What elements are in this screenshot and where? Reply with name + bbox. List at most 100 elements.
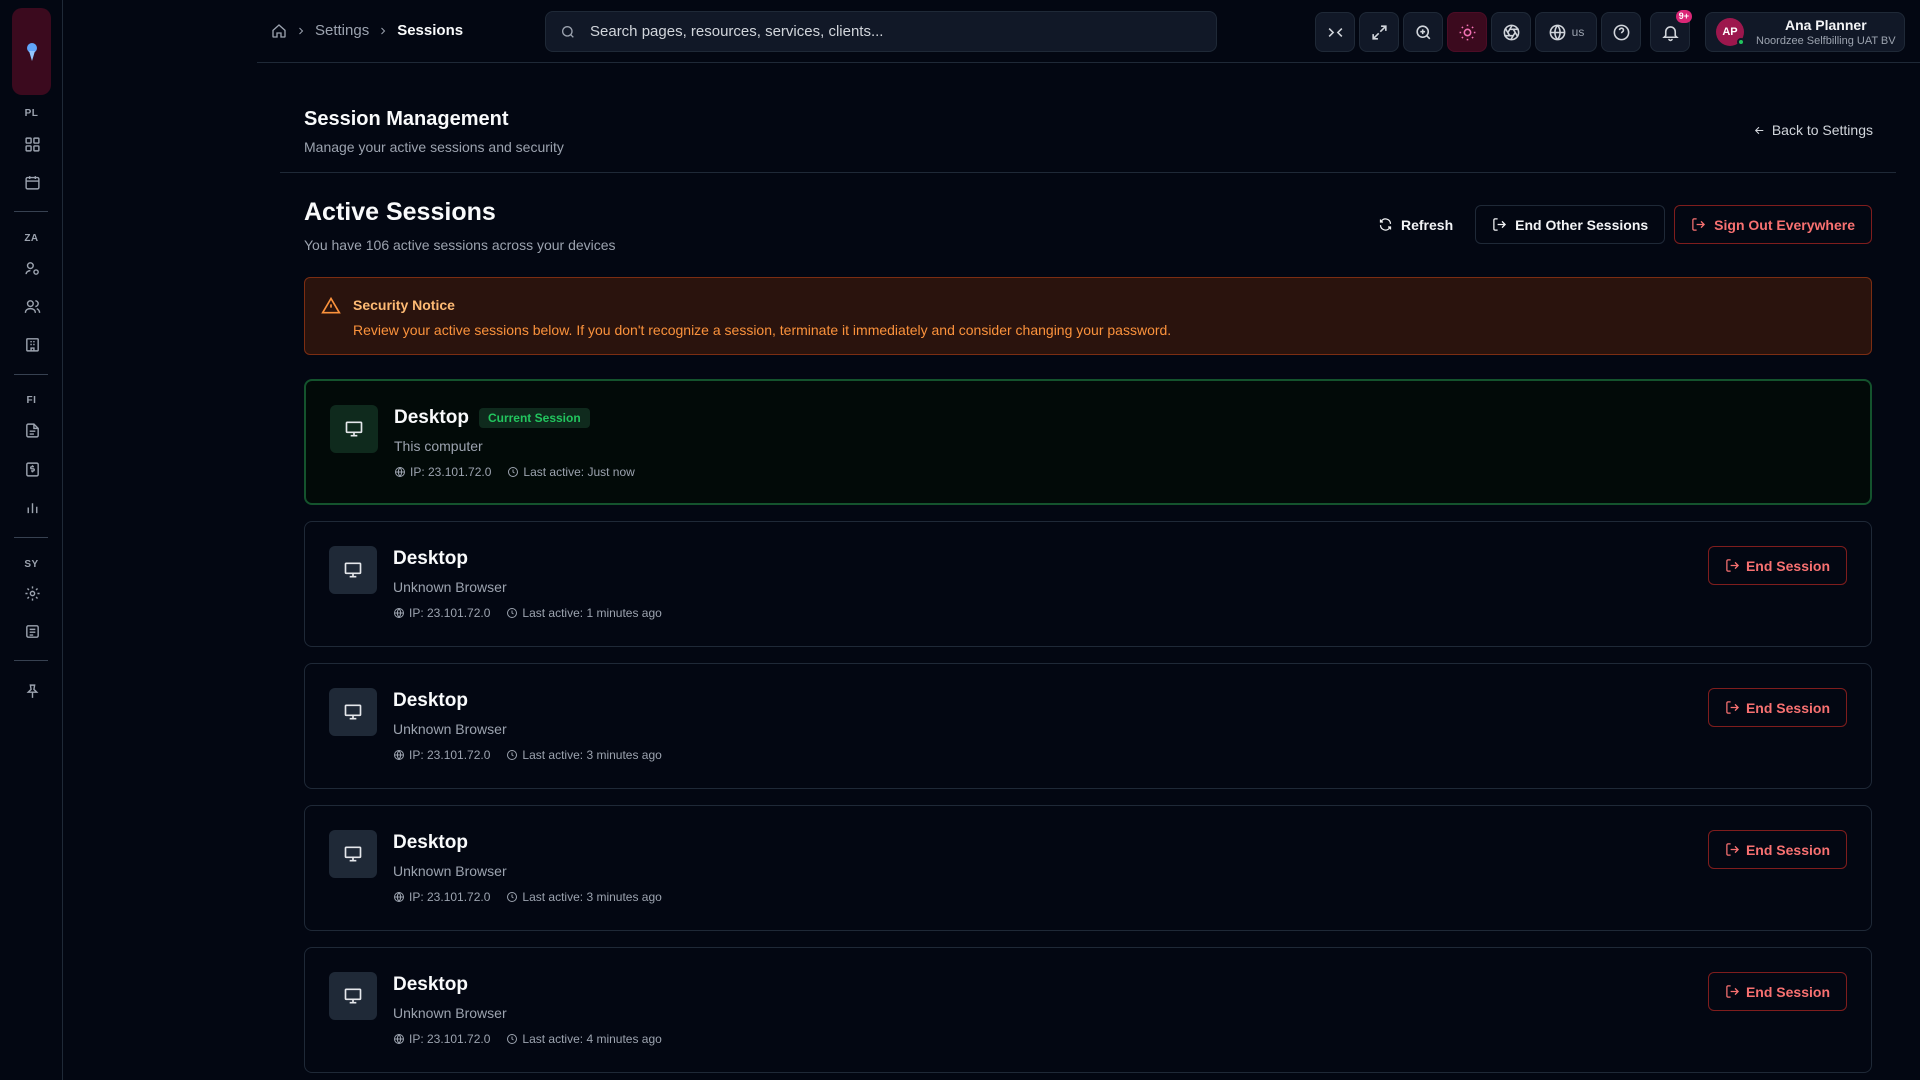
sidebar-pin-button[interactable] [21, 680, 43, 702]
search-bar[interactable] [545, 11, 1217, 52]
end-session-label: End Session [1745, 983, 1830, 1000]
end-session-label: End Session [1745, 699, 1830, 716]
fullscreen-button[interactable] [1359, 12, 1399, 52]
sidebar-item-settings[interactable] [21, 582, 43, 604]
session-card-current: Desktop Current Session This computer IP… [304, 379, 1872, 505]
zoom-button[interactable] [1403, 12, 1443, 52]
search-input[interactable] [590, 23, 1216, 40]
sidebar-item-invoices[interactable] [21, 458, 43, 480]
session-ip: IP: 23.101.72.0 [409, 606, 491, 620]
warning-triangle-icon [321, 296, 341, 314]
arrow-left-icon [1754, 126, 1764, 134]
receipt-dollar-icon [25, 461, 39, 477]
active-sessions-header: Active Sessions You have 106 active sess… [304, 198, 616, 253]
sidebar-section-sy: SY [24, 559, 39, 570]
refresh-icon [1379, 218, 1392, 231]
end-session-label: End Session [1745, 841, 1830, 858]
globe-icon [394, 750, 404, 760]
session-device: Desktop [393, 974, 468, 995]
end-other-sessions-label: End Other Sessions [1515, 216, 1649, 233]
pin-icon [26, 683, 38, 698]
sidebar-item-user-settings[interactable] [21, 257, 43, 279]
clock-icon [507, 892, 518, 902]
back-to-settings-link[interactable]: Back to Settings [1753, 122, 1873, 138]
expand-icon [1371, 24, 1387, 40]
sign-out-everywhere-button[interactable]: Sign Out Everywhere [1674, 205, 1872, 244]
session-card: Desktop Unknown Browser IP: 23.101.72.0 … [304, 947, 1872, 1073]
header-divider [280, 172, 1896, 173]
session-last-active: Last active: 3 minutes ago [522, 748, 662, 762]
sidebar-item-buildings[interactable] [21, 333, 43, 355]
sidebar-item-dashboard[interactable] [21, 133, 43, 155]
active-sessions-count: You have 106 active sessions across your… [304, 237, 616, 253]
clock-icon [507, 750, 518, 760]
chevron-right-icon [299, 27, 304, 34]
sidebar-item-logs[interactable] [21, 620, 43, 642]
sidebar-item-calendar[interactable] [21, 171, 43, 193]
device-icon-wrap [329, 972, 377, 1020]
chevrons-collapse-icon [1328, 27, 1342, 37]
current-session-badge: Current Session [478, 408, 590, 428]
chevron-right-icon [381, 27, 386, 34]
sidebar-item-documents[interactable] [21, 419, 43, 441]
user-menu[interactable]: AP Ana Planner Noordzee Selfbilling UAT … [1705, 12, 1905, 52]
monitor-icon [344, 562, 362, 578]
monitor-icon [345, 421, 363, 437]
end-session-button[interactable]: End Session [1707, 688, 1847, 727]
appearance-button[interactable] [1491, 12, 1531, 52]
app-logo[interactable] [12, 8, 51, 95]
session-device: Desktop [394, 407, 469, 428]
online-status-dot [1737, 38, 1745, 46]
sidebar-divider [14, 537, 48, 538]
globe-icon [394, 1034, 404, 1044]
building-icon [25, 337, 39, 352]
sidebar-item-users[interactable] [21, 295, 43, 317]
page-title: Session Management [304, 108, 509, 130]
sidebar-divider [14, 211, 48, 212]
breadcrumb-settings[interactable]: Settings [315, 22, 369, 39]
end-session-button[interactable]: End Session [1707, 830, 1847, 869]
session-last-active: Last active: 4 minutes ago [522, 1032, 662, 1046]
aperture-icon [1503, 24, 1519, 40]
globe-icon [394, 892, 404, 902]
session-browser: Unknown Browser [393, 1005, 507, 1021]
session-last-active: Last active: 3 minutes ago [522, 890, 662, 904]
language-button[interactable]: us [1535, 12, 1597, 52]
file-text-icon [25, 422, 39, 438]
end-other-sessions-button[interactable]: End Other Sessions [1475, 205, 1666, 244]
device-icon-wrap [329, 688, 377, 736]
end-session-button[interactable]: End Session [1707, 546, 1847, 585]
search-icon [562, 25, 574, 38]
sidebar-section-za: ZA [24, 233, 39, 244]
monitor-icon [344, 704, 362, 720]
notifications-button[interactable]: 9+ [1650, 10, 1692, 52]
help-button[interactable] [1601, 12, 1641, 52]
end-session-button[interactable]: End Session [1707, 972, 1847, 1011]
sun-icon [1459, 24, 1475, 40]
device-icon-wrap [329, 546, 377, 594]
refresh-label: Refresh [1400, 216, 1454, 233]
log-out-icon [1726, 985, 1739, 998]
session-card: Desktop Unknown Browser IP: 23.101.72.0 … [304, 805, 1872, 931]
clock-icon [508, 467, 519, 477]
session-actions: Refresh End Other Sessions Sign Out Ever… [1365, 205, 1872, 244]
breadcrumb-home[interactable] [271, 23, 287, 39]
sidebar-item-reports[interactable] [21, 496, 43, 518]
notice-text: Review your active sessions below. If yo… [353, 322, 1172, 338]
collapse-button[interactable] [1315, 12, 1355, 52]
device-icon-wrap [330, 405, 378, 453]
theme-toggle-button[interactable] [1447, 12, 1487, 52]
session-ip: IP: 23.101.72.0 [409, 890, 491, 904]
refresh-button[interactable]: Refresh [1365, 205, 1466, 244]
user-org: Noordzee Selfbilling UAT BV [1756, 35, 1896, 47]
monitor-icon [344, 988, 362, 1004]
session-ip: IP: 23.101.72.0 [410, 465, 492, 479]
globe-icon [1549, 24, 1566, 40]
zoom-in-icon [1415, 24, 1430, 39]
notification-badge: 9+ [1675, 10, 1692, 23]
log-out-icon [1726, 843, 1739, 856]
log-out-icon [1493, 218, 1507, 231]
clock-icon [507, 608, 518, 618]
device-icon-wrap [329, 830, 377, 878]
session-ip: IP: 23.101.72.0 [409, 1032, 491, 1046]
